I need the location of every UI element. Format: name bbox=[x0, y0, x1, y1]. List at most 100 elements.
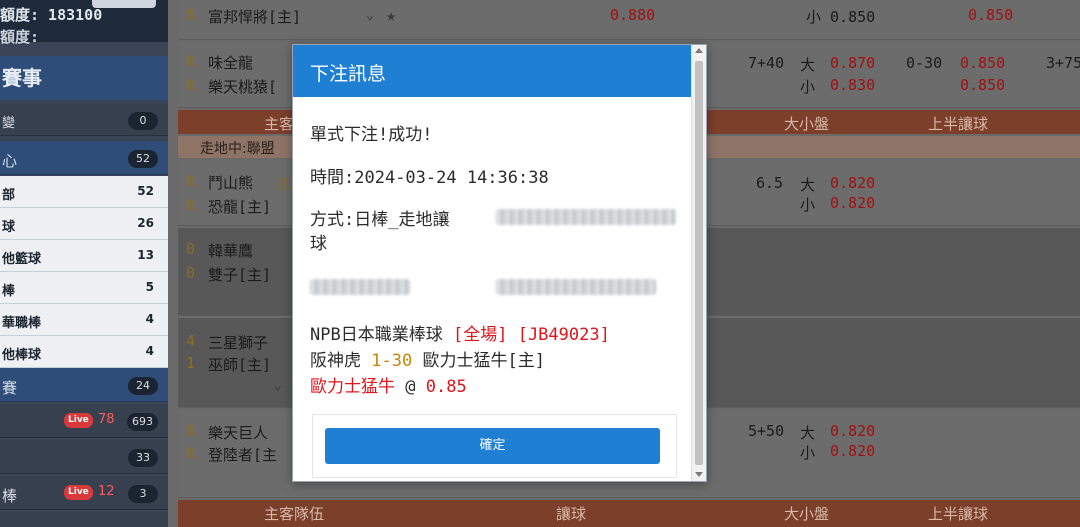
odds-value[interactable]: 0.820 bbox=[830, 422, 875, 440]
sidebar-live-row-0[interactable]: Live 78 693 bbox=[0, 404, 168, 438]
method-value: 日棒_走地讓 bbox=[354, 210, 450, 230]
score: 0 bbox=[186, 240, 196, 258]
star-icon[interactable]: ★ bbox=[386, 6, 396, 26]
sidebar: 額度: 183100 額度: 賽事 變 0 心 52 部 52 球 26 他籃球… bbox=[0, 0, 168, 527]
chevron-down-icon[interactable]: ⌄ bbox=[274, 378, 282, 393]
team-name: 三星獅子 bbox=[208, 334, 269, 352]
bet-pick-line: 歐力士猛牛 @ 0.85 bbox=[310, 372, 467, 397]
score: 0 bbox=[186, 422, 196, 440]
bet-teams-line: 阪神虎 1-30 歐力士猛牛[主] bbox=[310, 346, 545, 371]
scroll-up-icon[interactable] bbox=[695, 48, 703, 53]
header-h1: 上半讓球 bbox=[928, 115, 989, 133]
sidebar-sport-2[interactable]: 他籃球 13 bbox=[0, 240, 168, 272]
ou-odds[interactable]: 小 0.850 bbox=[806, 6, 875, 27]
h1-line: 0-30 bbox=[906, 54, 943, 72]
section-match[interactable]: 賽 24 bbox=[0, 368, 168, 402]
game-row[interactable]: 0 富邦悍將[主] ⌄ ★ 0.880 小 0.850 0.850 bbox=[178, 0, 1080, 40]
count-badge: 693 bbox=[127, 413, 158, 431]
team-name: 味全龍 bbox=[208, 54, 254, 72]
sidebar-item-label: 棒 bbox=[2, 487, 18, 505]
sport-count: 26 bbox=[137, 216, 154, 230]
section-events-label: 賽事 bbox=[2, 66, 42, 90]
confirm-button[interactable]: 確定 bbox=[325, 428, 660, 464]
team-name: 韓華鷹 bbox=[208, 242, 254, 260]
team-away: 歐力士猛牛[主] bbox=[422, 351, 545, 371]
odds-value[interactable]: 0.820 bbox=[830, 174, 875, 192]
sidebar-sport-1[interactable]: 球 26 bbox=[0, 208, 168, 240]
count-badge: 0 bbox=[128, 112, 158, 130]
team-name: 樂天桃猿[ bbox=[208, 78, 278, 96]
team-name: 富邦悍將[主] bbox=[208, 8, 302, 26]
sport-label: 球 bbox=[2, 220, 16, 235]
sport-count: 13 bbox=[137, 248, 154, 262]
scroll-thumb[interactable] bbox=[695, 61, 703, 465]
account-panel: 額度: 183100 額度: bbox=[0, 0, 168, 46]
score: 0 bbox=[186, 76, 196, 94]
method-label: 方式: bbox=[310, 210, 355, 230]
score: 1 bbox=[186, 354, 196, 372]
count-badge: 52 bbox=[128, 150, 158, 168]
sport-label: 他籃球 bbox=[2, 252, 42, 267]
header-home: 主客隊伍 bbox=[264, 505, 325, 523]
redacted-field bbox=[310, 279, 410, 295]
sidebar-sport-3[interactable]: 棒 5 bbox=[0, 272, 168, 304]
table-header-bottom: 主客隊伍 讓球 大小盤 上半讓球 bbox=[178, 500, 1080, 527]
header-h1: 上半讓球 bbox=[928, 505, 989, 523]
h1-odds[interactable]: 0.850 bbox=[968, 6, 1013, 24]
odds-value[interactable]: 0.870 bbox=[830, 54, 875, 72]
sidebar-sport-4[interactable]: 華職棒 4 bbox=[0, 304, 168, 336]
header-ou: 大小盤 bbox=[784, 505, 830, 523]
sidebar-live-row-2[interactable]: 棒 Live 12 3 bbox=[0, 476, 168, 510]
sport-count: 52 bbox=[137, 184, 154, 198]
score: 0 bbox=[186, 444, 196, 462]
header-ou: 大小盤 bbox=[784, 115, 830, 133]
time-value: 2024-03-24 14:36:38 bbox=[354, 168, 549, 188]
score: 0 bbox=[186, 196, 196, 214]
team-name: 巫師[主] bbox=[208, 356, 272, 374]
dialog-scrollbar[interactable] bbox=[691, 45, 706, 481]
period-tag: [全場] bbox=[452, 325, 508, 345]
sidebar-sport-0[interactable]: 部 52 bbox=[0, 176, 168, 208]
odds-value[interactable]: 0.820 bbox=[830, 442, 875, 460]
credit-text: 額度: 183100 bbox=[0, 6, 103, 24]
league-label: 走地中:聯盟 bbox=[200, 141, 275, 157]
live-count: 12 bbox=[98, 484, 115, 499]
chevron-down-icon[interactable]: ⌄ bbox=[366, 8, 374, 23]
redacted-field bbox=[496, 279, 656, 295]
odds-value[interactable]: 0.850 bbox=[960, 76, 1005, 94]
score: 0 bbox=[186, 6, 196, 24]
bet-method: 方式:日棒_走地讓 bbox=[310, 205, 450, 230]
sidebar-sport-5[interactable]: 他棒球 4 bbox=[0, 336, 168, 368]
sport-label: 部 bbox=[2, 188, 16, 203]
sidebar-item-label: 心 bbox=[2, 152, 18, 170]
ou-label: 大 bbox=[800, 56, 816, 74]
sport-label: 棒 bbox=[2, 284, 16, 299]
count-badge: 33 bbox=[128, 449, 158, 467]
odds-value[interactable]: 0.880 bbox=[610, 6, 655, 24]
count-badge: 24 bbox=[128, 377, 158, 395]
redacted-field bbox=[496, 209, 676, 225]
odds-value[interactable]: 0.820 bbox=[830, 194, 875, 212]
sidebar-item-1[interactable]: 心 52 bbox=[0, 141, 168, 175]
odds-value[interactable]: 0.830 bbox=[830, 76, 875, 94]
team-name: 樂天巨人 bbox=[208, 424, 269, 442]
odds-value[interactable]: 0.850 bbox=[960, 54, 1005, 72]
team-home: 阪神虎 bbox=[310, 351, 361, 371]
bet-league-line: NPB日本職業棒球 [全場] [JB49023] bbox=[310, 320, 610, 345]
sidebar-live-row-3[interactable] bbox=[0, 512, 168, 527]
picked-team: 歐力士猛牛 bbox=[310, 377, 395, 397]
team-name: 登陸者[主 bbox=[208, 446, 278, 464]
score: 0 bbox=[186, 172, 196, 190]
sidebar-live-row-1[interactable]: 33 bbox=[0, 440, 168, 474]
match-code: [JB49023] bbox=[517, 325, 610, 345]
handicap-line: 6.5 bbox=[756, 174, 784, 192]
sidebar-item-0[interactable]: 變 0 bbox=[0, 104, 168, 136]
handicap-line: 5+50 bbox=[748, 422, 785, 440]
live-badge: Live bbox=[64, 485, 93, 500]
bet-method-wrap: 球 bbox=[310, 234, 327, 254]
bet-result: 單式下注!成功! bbox=[310, 125, 433, 145]
sport-count: 4 bbox=[145, 344, 154, 358]
league-name: NPB日本職業棒球 bbox=[310, 325, 443, 345]
sport-count: 4 bbox=[145, 312, 154, 326]
scroll-down-icon[interactable] bbox=[695, 472, 703, 477]
